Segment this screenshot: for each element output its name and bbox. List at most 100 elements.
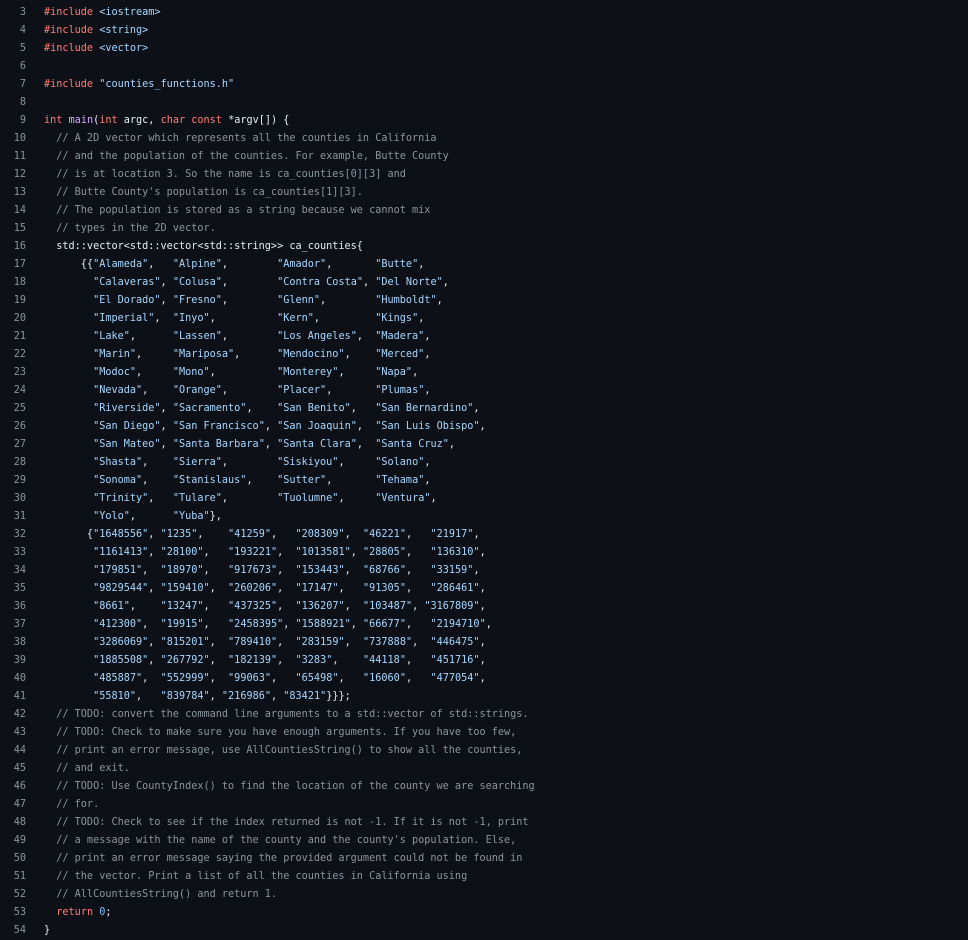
code-line: 45 // and exit.	[0, 760, 968, 778]
code-token: ,	[160, 439, 173, 450]
code-token: ,	[148, 547, 161, 558]
line-number[interactable]: 52	[0, 886, 26, 904]
line-number[interactable]: 4	[0, 22, 26, 40]
line-number[interactable]: 13	[0, 184, 26, 202]
code-token: "260206"	[228, 583, 278, 594]
line-number[interactable]: 12	[0, 166, 26, 184]
line-number[interactable]: 21	[0, 328, 26, 346]
line-number[interactable]: 39	[0, 652, 26, 670]
code-text: "Calaveras", "Colusa", "Contra Costa", "…	[44, 274, 449, 292]
line-number[interactable]: 20	[0, 310, 26, 328]
line-number[interactable]: 44	[0, 742, 26, 760]
line-number[interactable]: 8	[0, 94, 26, 112]
code-token: ,	[424, 349, 431, 360]
line-number[interactable]: 19	[0, 292, 26, 310]
code-token: ,	[209, 367, 278, 378]
line-number[interactable]: 28	[0, 454, 26, 472]
code-token: ,	[197, 529, 229, 540]
line-number[interactable]: 5	[0, 40, 26, 58]
code-line: 12 // is at location 3. So the name is c…	[0, 166, 968, 184]
code-token: // a message with the name of the county…	[44, 835, 517, 846]
code-text: // TODO: Check to see if the index retur…	[44, 814, 528, 832]
line-number[interactable]: 16	[0, 238, 26, 256]
code-token: // print an error message saying the pro…	[44, 853, 523, 864]
code-token: ,	[424, 475, 431, 486]
code-token: "Mariposa"	[172, 349, 235, 360]
line-number[interactable]: 17	[0, 256, 26, 274]
line-number[interactable]: 53	[0, 904, 26, 922]
line-number[interactable]: 49	[0, 832, 26, 850]
code-line: 31 "Yolo", "Yuba"},	[0, 508, 968, 526]
line-number[interactable]: 54	[0, 922, 26, 940]
code-token: ,	[350, 547, 364, 558]
line-number[interactable]: 51	[0, 868, 26, 886]
line-number[interactable]: 31	[0, 508, 26, 526]
line-number[interactable]: 26	[0, 418, 26, 436]
line-number[interactable]: 45	[0, 760, 26, 778]
line-number[interactable]: 47	[0, 796, 26, 814]
line-number[interactable]: 27	[0, 436, 26, 454]
line-number[interactable]: 14	[0, 202, 26, 220]
code-token: ,	[442, 277, 449, 288]
code-text: "Nevada", "Orange", "Placer", "Plumas",	[44, 382, 430, 400]
code-text: return 0;	[44, 904, 111, 922]
line-number[interactable]: 36	[0, 598, 26, 616]
code-token: ,	[344, 601, 364, 612]
line-number[interactable]: 30	[0, 490, 26, 508]
line-number[interactable]: 40	[0, 670, 26, 688]
code-token: ,	[142, 673, 161, 684]
line-number[interactable]: 35	[0, 580, 26, 598]
code-token: ,	[148, 529, 161, 540]
code-token: "1588921"	[295, 619, 351, 630]
line-number[interactable]: 25	[0, 400, 26, 418]
code-token: "San Diego"	[93, 421, 161, 432]
line-number[interactable]: 38	[0, 634, 26, 652]
code-line: 19 "El Dorado", "Fresno", "Glenn", "Humb…	[0, 292, 968, 310]
line-number[interactable]: 3	[0, 4, 26, 22]
line-number[interactable]: 41	[0, 688, 26, 706]
line-number[interactable]: 11	[0, 148, 26, 166]
code-token: ,	[129, 331, 173, 342]
line-number[interactable]: 48	[0, 814, 26, 832]
line-number[interactable]: 34	[0, 562, 26, 580]
line-number[interactable]: 46	[0, 778, 26, 796]
line-number[interactable]: 7	[0, 76, 26, 94]
code-line: 9 int main(int argc, char const *argv[]) …	[0, 112, 968, 130]
line-number[interactable]: 33	[0, 544, 26, 562]
line-number[interactable]: 43	[0, 724, 26, 742]
line-number[interactable]: 32	[0, 526, 26, 544]
line-number[interactable]: 42	[0, 706, 26, 724]
code-token: "Madera"	[375, 331, 425, 342]
line-number[interactable]: 29	[0, 472, 26, 490]
code-token: "3283"	[295, 655, 333, 666]
code-text: "Sonoma", "Stanislaus", "Sutter", "Teham…	[44, 472, 430, 490]
line-number[interactable]: 50	[0, 850, 26, 868]
code-token: "Del Norte"	[375, 277, 443, 288]
code-token: "Alameda"	[93, 259, 149, 270]
line-number[interactable]: 37	[0, 616, 26, 634]
line-number[interactable]: 23	[0, 364, 26, 382]
code-token: "Santa Barbara"	[172, 439, 265, 450]
line-number[interactable]: 22	[0, 346, 26, 364]
line-number[interactable]: 9	[0, 112, 26, 130]
line-number[interactable]: 24	[0, 382, 26, 400]
line-number[interactable]: 18	[0, 274, 26, 292]
code-line: 10 // A 2D vector which represents all t…	[0, 130, 968, 148]
line-number[interactable]: 6	[0, 58, 26, 76]
code-token: "815201"	[160, 637, 210, 648]
code-token: ,	[412, 367, 419, 378]
code-token: ,	[424, 457, 431, 468]
line-number[interactable]: 10	[0, 130, 26, 148]
code-token: ,	[418, 313, 425, 324]
code-text: "1161413", "28100", "193221", "1013581",…	[44, 544, 486, 562]
code-token: ,	[326, 385, 376, 396]
line-number[interactable]: 15	[0, 220, 26, 238]
code-token: // The population is stored as a string …	[44, 205, 431, 216]
code-line: 13 // Butte County's population is ca_co…	[0, 184, 968, 202]
code-token: #include	[44, 7, 94, 18]
code-token: argc,	[117, 115, 161, 126]
